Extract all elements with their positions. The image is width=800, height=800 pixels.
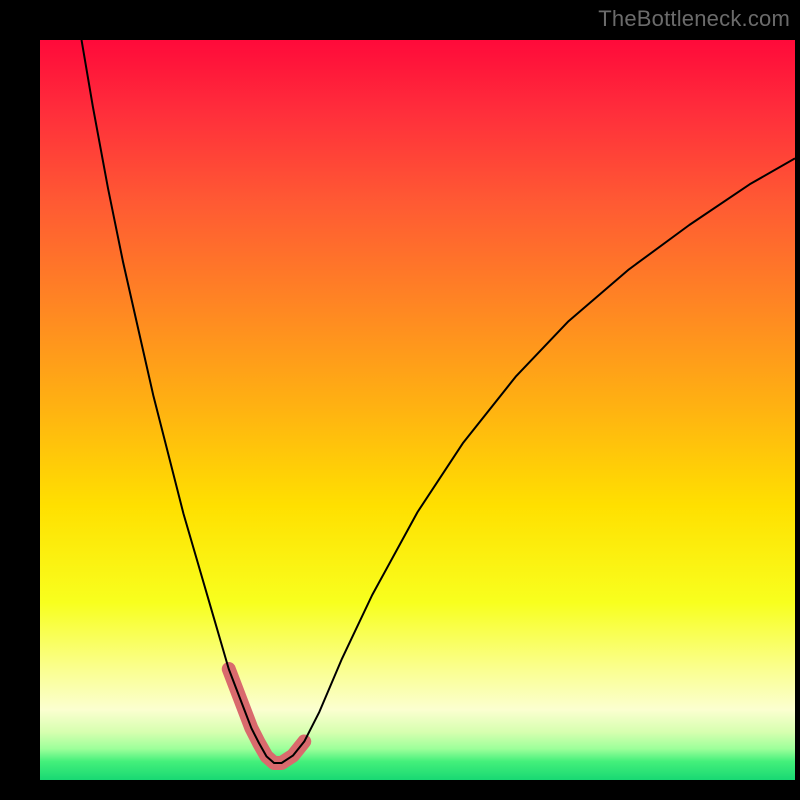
- watermark-text: TheBottleneck.com: [598, 6, 790, 32]
- main-curve: [82, 40, 795, 763]
- highlight-segment: [229, 669, 305, 763]
- chart-frame: TheBottleneck.com: [0, 0, 800, 800]
- plot-area: [40, 40, 795, 780]
- chart-svg: [40, 40, 795, 780]
